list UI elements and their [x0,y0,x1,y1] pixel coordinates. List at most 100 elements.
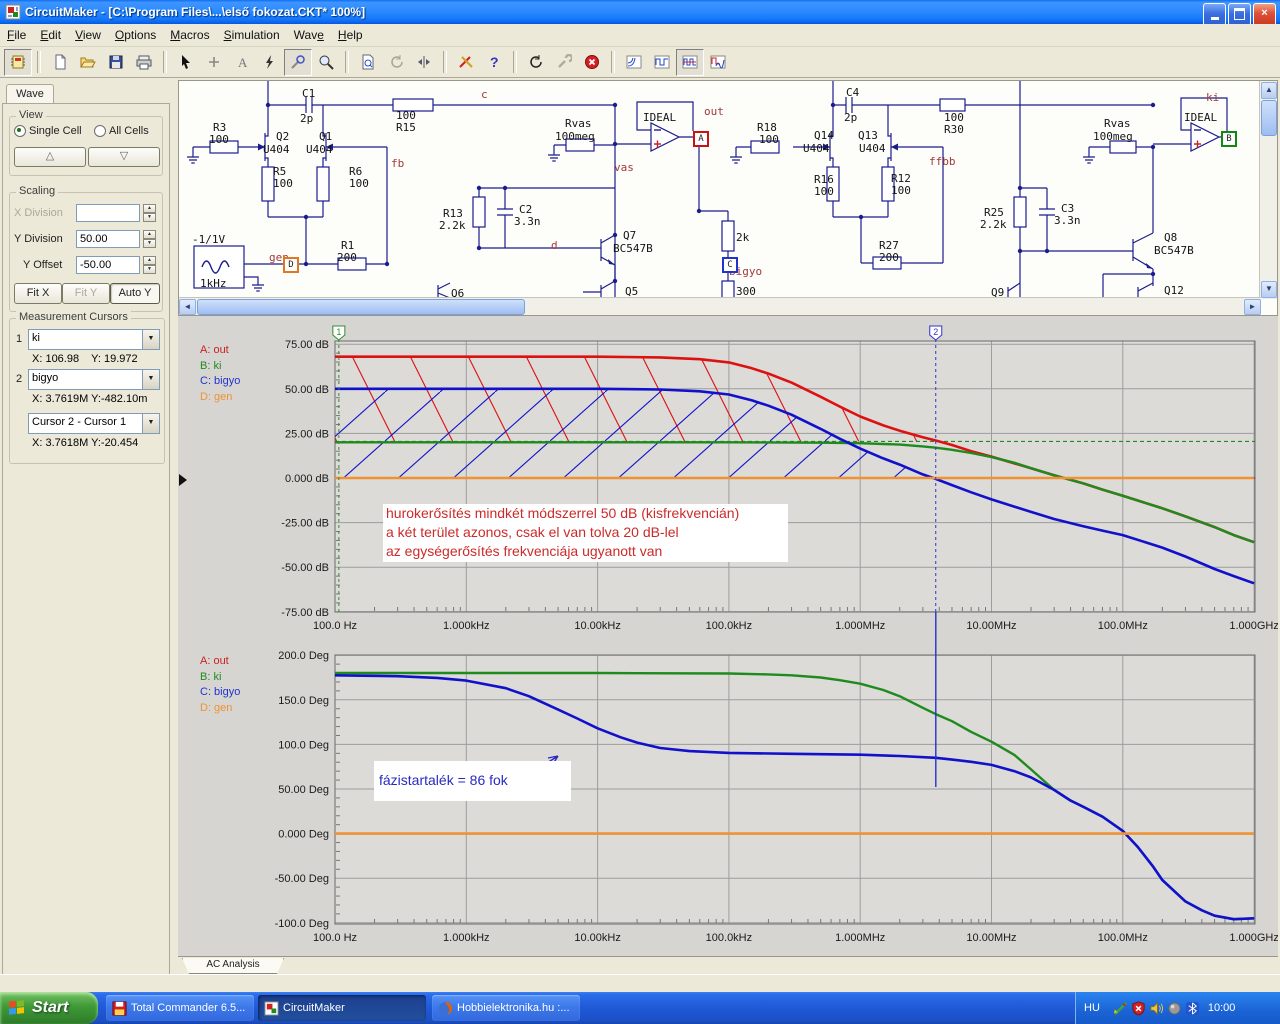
single-cell-radio[interactable]: Single Cell [14,125,82,137]
menu-file[interactable]: File [0,26,33,44]
help-button[interactable]: ? [480,49,508,76]
menu-wave[interactable]: Wave [287,26,331,44]
fit-x-button[interactable]: Fit X [14,283,62,304]
wave-board-toggle-button[interactable] [4,48,32,76]
scrollbar-thumb[interactable] [197,299,525,315]
tab-ac-analysis[interactable]: AC Analysis [182,958,284,974]
cursor-diff-select[interactable]: Cursor 2 - Cursor 1 ▼ [28,413,160,434]
status-ball-icon[interactable] [1167,1001,1182,1016]
title-bar: CircuitMaker - [C:\Program Files\...\els… [0,0,1280,26]
cell-down-button[interactable]: ▽ [88,147,160,167]
reset-simulation-button[interactable] [522,49,550,76]
chevron-down-icon: ▼ [142,370,159,389]
cell-up-button[interactable]: △ [14,147,86,167]
net-label-c: c [481,88,488,101]
menu-view[interactable]: View [68,26,108,44]
schematic-vertical-scrollbar[interactable]: ▲ ▼ [1259,81,1277,299]
scroll-up-icon[interactable]: ▲ [1261,82,1277,99]
restore-button[interactable] [1228,3,1251,26]
close-button[interactable]: × [1253,3,1276,26]
wire-tool-button[interactable] [256,49,284,76]
y-division-input[interactable] [76,230,140,248]
bluetooth-icon[interactable] [1185,1001,1200,1016]
probe-marker-d[interactable]: D [283,257,299,273]
y-offset-input[interactable] [76,256,140,274]
new-file-button[interactable] [46,49,74,76]
colors-icon[interactable] [1113,1001,1128,1016]
find-part-button[interactable] [354,49,382,76]
x-tick-label: 100.0kHz [706,932,752,944]
menu-options[interactable]: Options [108,26,163,44]
component-label-200: 200 [879,251,899,264]
zoom-tool-button[interactable] [312,49,340,76]
y-tick-label: -50.00 Deg [275,873,329,885]
digital-scope-button[interactable] [648,49,676,76]
x-tick-label: 100.0 Hz [313,932,357,944]
cursor1-source-select[interactable]: ki ▼ [28,329,160,350]
window-title: CircuitMaker - [C:\Program Files\...\els… [25,5,366,19]
all-cells-radio[interactable]: All Cells [94,125,149,137]
menu-macros[interactable]: Macros [163,26,216,44]
panel-splitter-handle[interactable] [179,474,187,486]
analog-scope-button[interactable] [676,48,704,76]
save-button[interactable] [102,49,130,76]
mixed-scope-button[interactable] [704,49,732,76]
scroll-down-icon[interactable]: ▼ [1261,281,1277,298]
text-tool-button[interactable]: A [228,49,256,76]
annotation-text: fázistartalék = 86 fok [379,772,508,788]
language-indicator[interactable]: HU [1084,1002,1100,1014]
x-division-spinner[interactable]: ▲ ▼ [143,204,156,222]
start-button[interactable]: Start [0,992,98,1024]
stop-simulation-button[interactable] [578,49,606,76]
open-file-button[interactable] [74,49,102,76]
component-label-100meg: 100meg [1093,130,1133,143]
toolbar-separator [443,51,447,73]
annotation-line: az egységerősítés frekvenciája ugyanott … [386,543,663,559]
rotate-button[interactable] [382,49,410,76]
volume-icon[interactable] [1149,1001,1164,1016]
probe-marker-c[interactable]: C [722,257,738,273]
cursor2-source-select[interactable]: bigyo ▼ [28,369,160,390]
mirror-button[interactable] [410,49,438,76]
menu-simulation[interactable]: Simulation [217,26,287,44]
probe-marker-a[interactable]: A [693,131,709,147]
scroll-right-icon[interactable]: ► [1244,299,1261,315]
menu-help[interactable]: Help [331,26,370,44]
curve-tracer-button[interactable] [620,49,648,76]
toolbar-separator [513,51,517,73]
scroll-left-icon[interactable]: ◄ [179,299,196,315]
security-alert-icon[interactable] [1131,1000,1146,1016]
x-tick-label: 10.00MHz [966,620,1016,632]
minimize-button[interactable] [1203,3,1226,26]
place-part-button[interactable] [200,49,228,76]
component-label-1khz: 1kHz [200,277,227,290]
component-label-q12: Q12 [1164,284,1184,297]
menu-edit[interactable]: Edit [33,26,68,44]
cursor-flag-label: 1 [336,327,341,337]
tab-wave[interactable]: Wave [6,84,54,105]
schematic-canvas[interactable]: C1 2p R3 100 Q2 U404 Q1 U404 R5 100 R6 100 100 R15 -1/… [178,80,1278,316]
print-button[interactable] [130,49,158,76]
x-tick-label: 1.000GHz [1229,620,1278,632]
toolbar: A ? [0,47,1280,78]
taskbar-item-hobbielektronika[interactable]: Hobbielektronika.hu :... [432,995,580,1021]
schematic-horizontal-scrollbar[interactable]: ◄ ► [179,297,1261,315]
component-label-r30: R30 [944,123,964,136]
auto-y-button[interactable]: Auto Y [110,283,160,304]
x-division-input[interactable] [76,204,140,222]
start-label: Start [32,999,69,1016]
multimeter-button[interactable] [452,49,480,76]
taskbar-item-circuitmaker[interactable]: CircuitMaker [258,995,426,1021]
select-arrow-button[interactable] [172,49,200,76]
probe-tool-button[interactable] [284,48,312,76]
x-tick-label: 10.00kHz [574,932,620,944]
y-offset-spinner[interactable]: ▲ ▼ [143,256,156,274]
y-division-spinner[interactable]: ▲ ▼ [143,230,156,248]
component-label-u404: U404 [263,143,290,156]
taskbar-item-total-commander[interactable]: Total Commander 6.5... [106,995,254,1021]
component-label-100: 100 [891,184,911,197]
fit-y-button[interactable]: Fit Y [62,283,110,304]
scrollbar-thumb[interactable] [1261,100,1277,136]
probe-marker-b[interactable]: B [1221,131,1237,147]
tools-button[interactable] [550,49,578,76]
